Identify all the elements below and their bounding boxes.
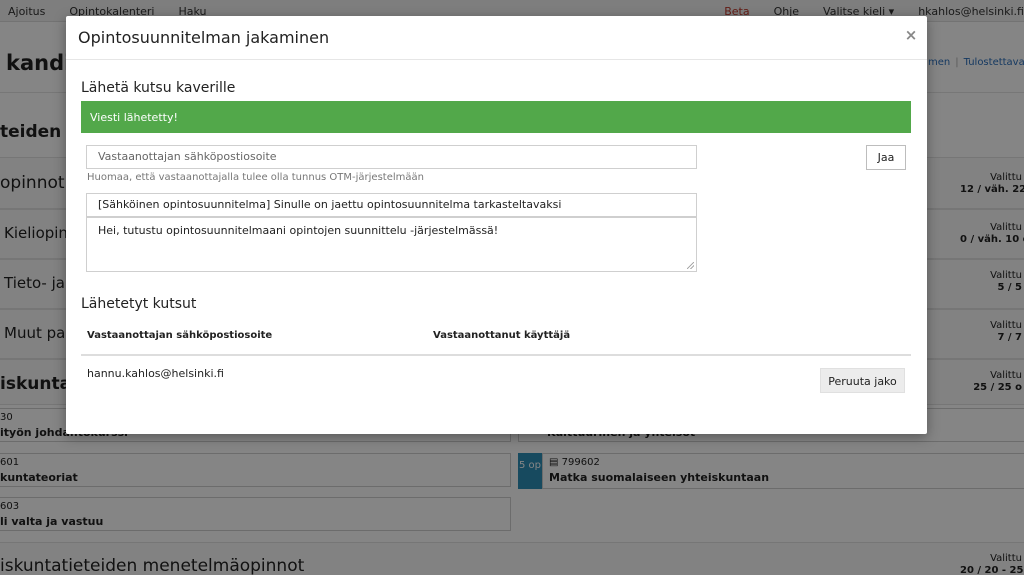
modal-header: Opintosuunnitelman jakaminen ×: [66, 16, 927, 60]
column-header-email: Vastaanottajan sähköpostiosoite: [87, 330, 273, 341]
close-icon[interactable]: ×: [902, 26, 920, 44]
revoke-share-button[interactable]: Peruuta jako: [820, 368, 905, 393]
invite-heading: Lähetä kutsu kaverille: [81, 80, 236, 96]
success-alert: Viesti lähetetty!: [81, 101, 911, 133]
subject-input[interactable]: [Sähköinen opintosuunnitelma] Sinulle on…: [86, 193, 697, 217]
modal-title: Opintosuunnitelman jakaminen: [78, 28, 330, 47]
column-header-user: Vastaanottanut käyttäjä: [433, 330, 571, 341]
invite-email: hannu.kahlos@helsinki.fi: [87, 367, 224, 380]
resize-handle-icon[interactable]: [687, 262, 694, 269]
message-textarea[interactable]: Hei, tutustu opintosuunnitelmaani opinto…: [86, 217, 697, 272]
share-plan-dialog: Opintosuunnitelman jakaminen × Lähetä ku…: [66, 16, 927, 434]
sent-invites-heading: Lähetetyt kutsut: [81, 296, 197, 312]
table-header-divider: [81, 354, 911, 356]
account-hint: Huomaa, että vastaanottajalla tulee olla…: [87, 172, 424, 183]
share-button[interactable]: Jaa: [866, 145, 906, 170]
recipient-email-input[interactable]: Vastaanottajan sähköpostiosoite: [86, 145, 697, 169]
message-text: Hei, tutustu opintosuunnitelmaani opinto…: [98, 224, 499, 237]
